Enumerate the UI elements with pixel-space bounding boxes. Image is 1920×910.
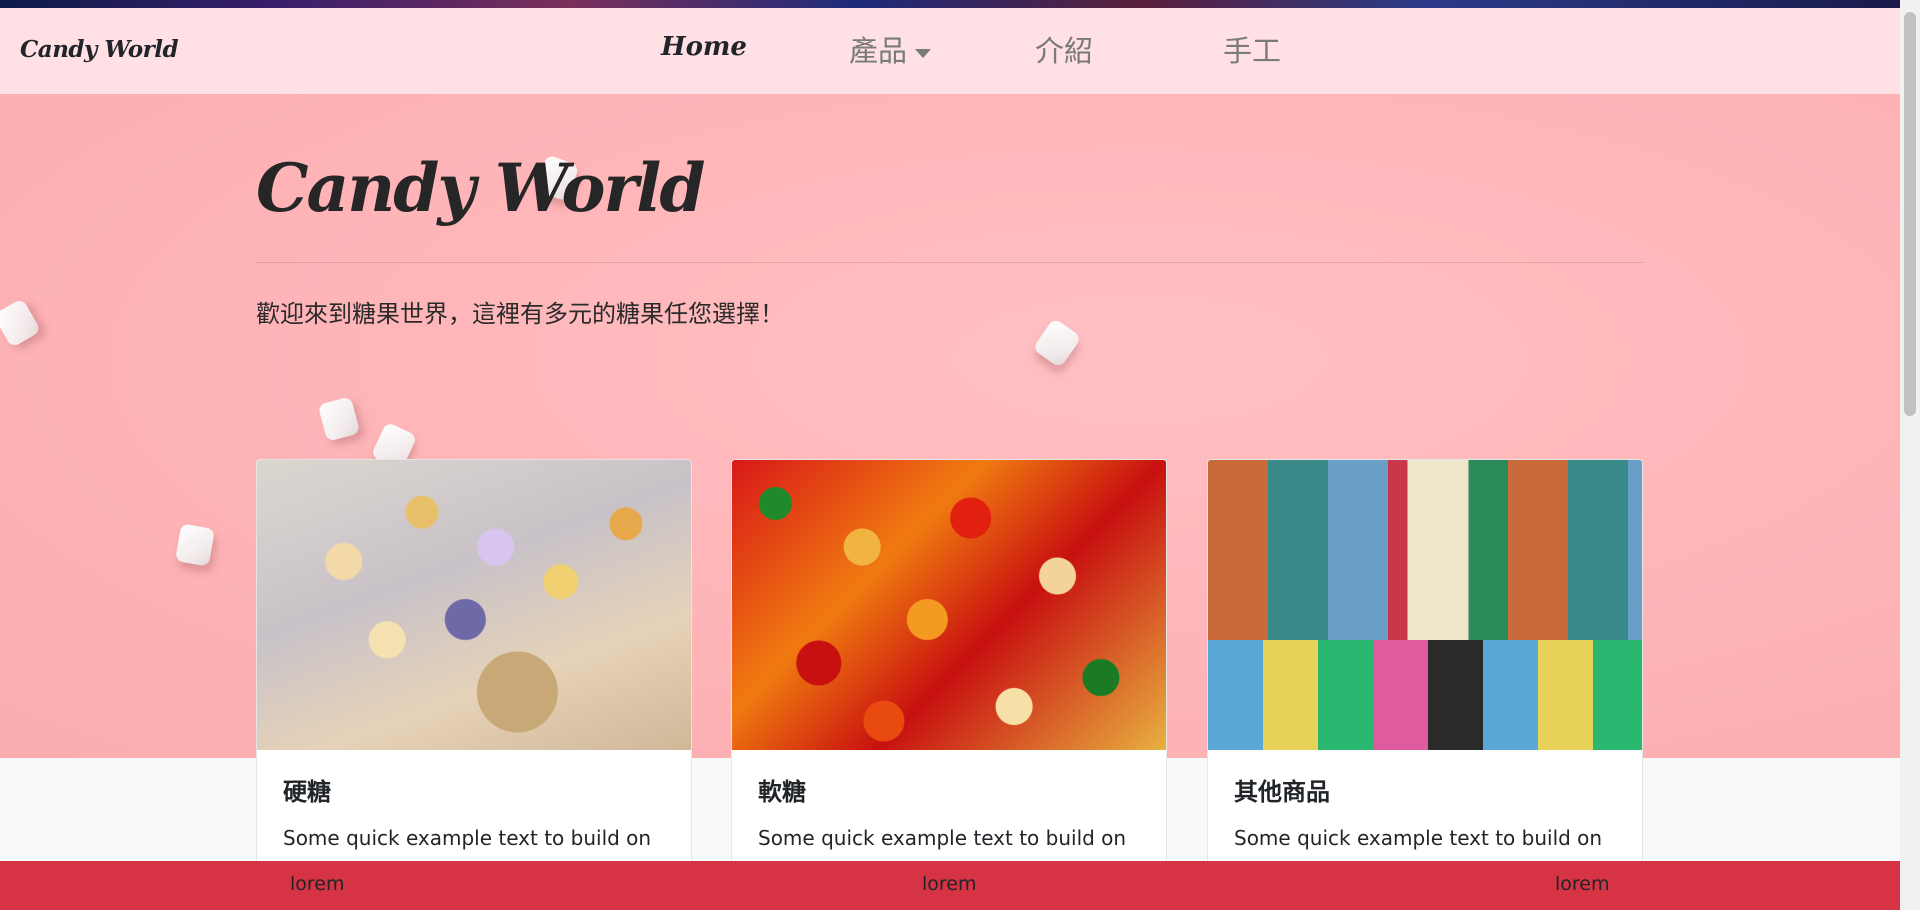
marshmallow-decoration xyxy=(0,298,42,348)
card-title: 軟糖 xyxy=(758,778,806,806)
marshmallow-decoration xyxy=(174,523,216,567)
hero-title: Candy World xyxy=(256,149,706,227)
marshmallow-decoration xyxy=(1032,317,1082,369)
product-card-hard-candy[interactable]: 硬糖 Some quick example text to build on t… xyxy=(256,459,692,879)
nav-link-products-label: 產品 xyxy=(849,34,908,68)
product-card-gummy[interactable]: 軟糖 Some quick example text to build on t… xyxy=(731,459,1167,879)
nav-link-home[interactable]: Home xyxy=(661,32,747,62)
marshmallow-decoration xyxy=(317,396,361,442)
card-title: 其他商品 xyxy=(1234,778,1330,806)
nav-link-handmade[interactable]: 手工 xyxy=(1223,28,1281,70)
vertical-scrollbar[interactable] xyxy=(1900,0,1920,910)
top-decorative-strip xyxy=(0,0,1900,8)
card-image xyxy=(1208,460,1642,750)
footer-item: lorem xyxy=(290,873,345,895)
navbar-brand[interactable]: Candy World xyxy=(20,36,179,63)
product-card-other[interactable]: 其他商品 Some quick example text to build on… xyxy=(1207,459,1643,879)
card-image xyxy=(732,460,1166,750)
nav-link-products[interactable]: 產品 xyxy=(849,28,932,70)
navbar: Candy World Home 產品 介紹 手工 xyxy=(0,8,1900,94)
footer-item: lorem xyxy=(1555,873,1610,895)
footer-bar: lorem lorem lorem xyxy=(0,861,1900,910)
hero-lead-text: 歡迎來到糖果世界，這裡有多元的糖果任您選擇！ xyxy=(256,300,784,328)
footer-item: lorem xyxy=(922,873,977,895)
scrollbar-thumb[interactable] xyxy=(1904,12,1916,416)
hero-divider xyxy=(256,262,1643,263)
nav-link-intro[interactable]: 介紹 xyxy=(1035,28,1093,70)
card-image xyxy=(257,460,691,750)
chevron-down-icon xyxy=(915,48,932,58)
card-title: 硬糖 xyxy=(283,778,331,806)
